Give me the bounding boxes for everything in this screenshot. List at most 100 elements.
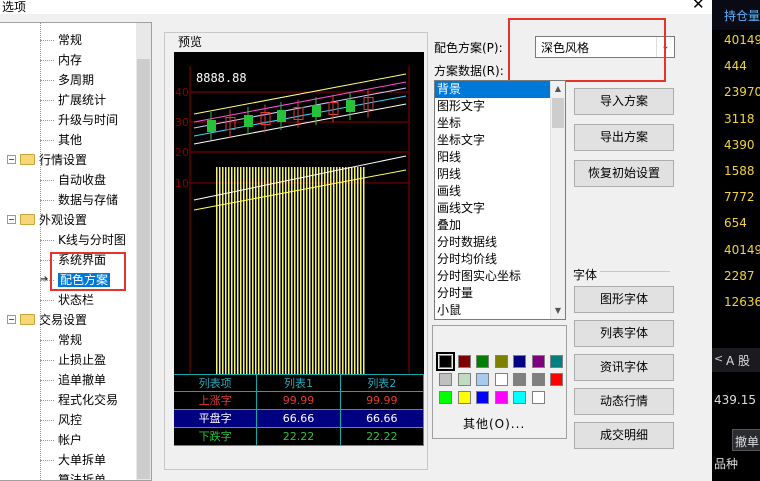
- tree-item[interactable]: 常规: [58, 30, 82, 50]
- color-swatch[interactable]: [457, 373, 471, 386]
- tree-item[interactable]: 追单撤单: [58, 370, 106, 390]
- scheme-select[interactable]: 深色风格 ⌄: [535, 36, 675, 58]
- close-icon[interactable]: ✕: [692, 0, 705, 13]
- list-item[interactable]: 阳线: [435, 149, 565, 166]
- color-swatch[interactable]: [531, 355, 545, 368]
- color-swatch[interactable]: [457, 391, 471, 404]
- color-swatch[interactable]: [494, 391, 508, 404]
- chevron-left-icon[interactable]: <: [714, 352, 723, 365]
- tree-item-label: 系统界面: [58, 253, 107, 267]
- color-swatch[interactable]: [436, 352, 455, 371]
- volume-bar: [270, 167, 272, 374]
- color-swatch[interactable]: [476, 355, 489, 368]
- volume-bar: [321, 167, 323, 374]
- dynamic-quote-font-button[interactable]: 动态行情: [574, 388, 674, 415]
- tree-item[interactable]: 程式化交易: [58, 390, 118, 410]
- open-interest-value: 7772: [724, 190, 755, 205]
- collapse-icon[interactable]: −: [7, 215, 16, 224]
- list-item[interactable]: 背景: [435, 81, 551, 98]
- export-scheme-button[interactable]: 导出方案: [574, 124, 674, 151]
- tree-item-label: 止损止盈: [58, 353, 107, 367]
- tree-item[interactable]: 算法拆单: [58, 470, 107, 481]
- list-item[interactable]: 分时均价线: [435, 251, 565, 268]
- tree-group-item[interactable]: − 行情设置: [7, 150, 87, 170]
- scheme-data-list[interactable]: 背景 图形文字 坐标 坐标文字 阳线 阴线 画线 画线文字 叠加 分时数据线 分时均价线 分时图实心坐…: [434, 80, 566, 320]
- tree-scrollbar-thumb[interactable]: [137, 59, 150, 479]
- list-item[interactable]: 阴线: [435, 166, 565, 183]
- color-swatch[interactable]: [439, 373, 452, 386]
- color-swatch[interactable]: [494, 355, 508, 368]
- list-scrollbar[interactable]: ▲ ▼: [550, 81, 565, 319]
- tree-item[interactable]: 状态栏: [58, 290, 94, 310]
- tree-group-item[interactable]: − 外观设置: [7, 210, 87, 230]
- tree-item[interactable]: 升级与时间: [58, 110, 118, 130]
- preview-table-cell: 66.66: [257, 410, 341, 428]
- scroll-up-icon[interactable]: ▲: [551, 81, 565, 97]
- tree-item[interactable]: K线与分时图: [58, 230, 126, 250]
- color-swatch[interactable]: [513, 355, 526, 368]
- collapse-icon[interactable]: −: [7, 155, 16, 164]
- graph-font-button[interactable]: 图形字体: [574, 286, 674, 313]
- chevron-down-icon[interactable]: ⌄: [656, 37, 674, 57]
- volume-bar: [282, 167, 284, 374]
- volume-bar: [261, 167, 263, 374]
- color-swatch[interactable]: [476, 391, 489, 404]
- list-item[interactable]: 画线: [435, 183, 565, 200]
- scheme-data-label: 方案数据(R):: [434, 64, 504, 78]
- color-swatch[interactable]: [513, 373, 526, 386]
- list-item[interactable]: 小鼠: [435, 302, 565, 319]
- tree-item[interactable]: 其他: [58, 130, 82, 150]
- reset-default-button[interactable]: 恢复初始设置: [574, 160, 674, 187]
- list-item[interactable]: 分时数据线: [435, 234, 565, 251]
- tree-item[interactable]: 多周期: [58, 70, 94, 90]
- tree-item[interactable]: 内存: [58, 50, 82, 70]
- color-swatch[interactable]: [513, 391, 526, 404]
- tree-item[interactable]: 扩展统计: [58, 90, 106, 110]
- tree-connector: [40, 120, 54, 121]
- preview-table-row: 平盘字 66.66 66.66: [174, 410, 424, 428]
- tree-item[interactable]: 配色方案: [58, 270, 111, 290]
- other-color-button[interactable]: 其他(O)...: [463, 415, 525, 432]
- tree-item[interactable]: 常规: [58, 330, 82, 350]
- trade-detail-font-button[interactable]: 成交明细: [574, 422, 674, 449]
- tree-item[interactable]: 止损止盈: [58, 350, 106, 370]
- import-scheme-button[interactable]: 导入方案: [574, 88, 674, 115]
- color-swatch[interactable]: [550, 355, 563, 368]
- list-item[interactable]: 叠加: [435, 217, 565, 234]
- tree-item-label: 配色方案: [58, 273, 111, 287]
- open-interest-value: 3118: [724, 111, 755, 126]
- info-font-button[interactable]: 资讯字体: [574, 354, 674, 381]
- tree-item[interactable]: 大单拆单: [58, 450, 106, 470]
- undo-order-button[interactable]: 撤单: [732, 429, 760, 451]
- preview-table-cell: 66.66: [340, 410, 424, 428]
- tree-item[interactable]: 数据与存储: [58, 190, 118, 210]
- preview-table: 列表项 列表1 列表2 上涨字 99.99 99.99 平盘字 66.66 66.66 下跌字 22…: [174, 374, 424, 446]
- list-scrollbar-thumb[interactable]: [552, 98, 564, 128]
- tree-connector: [40, 60, 54, 61]
- tree-item[interactable]: 系统界面: [58, 250, 106, 270]
- volume-bar: [357, 167, 359, 374]
- color-swatch[interactable]: [550, 373, 563, 386]
- tree-item[interactable]: 自动收盘: [58, 170, 106, 190]
- color-swatch[interactable]: [494, 373, 508, 386]
- list-font-button[interactable]: 列表字体: [574, 320, 674, 347]
- tree-item[interactable]: 帐户: [58, 430, 82, 450]
- list-item[interactable]: 分时图实心坐标: [435, 268, 565, 285]
- color-swatch[interactable]: [476, 373, 489, 386]
- tree-connector: [40, 360, 54, 361]
- tree-item-label: 算法拆单: [58, 473, 107, 481]
- list-item[interactable]: 坐标: [435, 115, 565, 132]
- collapse-icon[interactable]: −: [7, 315, 16, 324]
- color-swatch[interactable]: [531, 391, 545, 404]
- color-swatch[interactable]: [531, 373, 545, 386]
- tree-item[interactable]: 风控: [58, 410, 82, 430]
- list-item[interactable]: 坐标文字: [435, 132, 565, 149]
- list-item[interactable]: 图形文字: [435, 98, 565, 115]
- color-swatch[interactable]: [439, 391, 452, 404]
- color-swatch[interactable]: [457, 355, 471, 368]
- list-item[interactable]: 画线文字: [435, 200, 565, 217]
- tree-scrollbar[interactable]: [136, 23, 151, 480]
- list-item[interactable]: 分时量: [435, 285, 565, 302]
- tree-group-item[interactable]: − 交易设置: [7, 310, 87, 330]
- scroll-down-icon[interactable]: ▼: [551, 303, 565, 319]
